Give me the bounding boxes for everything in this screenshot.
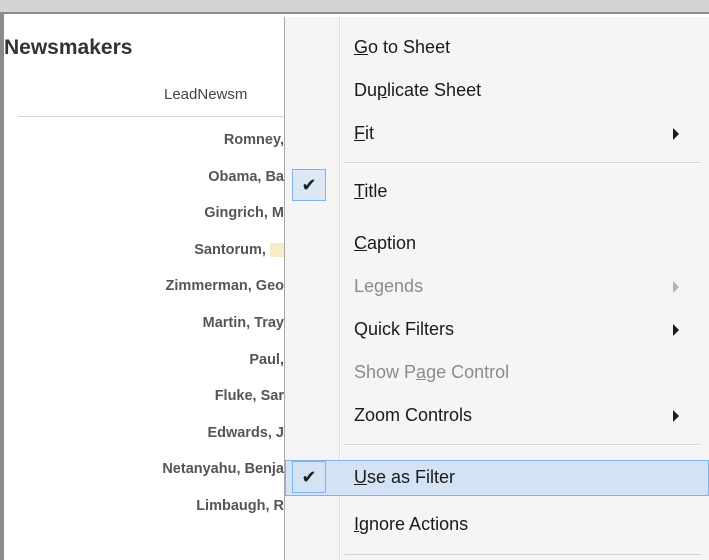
menu-item-label: Quick Filters [354, 319, 455, 339]
submenu-arrow-icon [673, 410, 679, 422]
menu-item-legends[interactable]: Legends [285, 269, 709, 305]
menu-item-label: Title [354, 181, 388, 201]
header-divider [18, 116, 298, 117]
submenu-arrow-icon [673, 128, 679, 140]
menu-item-label: Ignore Actions [354, 514, 469, 534]
column-header: LeadNewsm [164, 86, 248, 103]
list-item-label: Santorum, [194, 241, 266, 258]
checkmark-icon: ✔ [292, 461, 326, 493]
list-item-label: Paul, [249, 351, 284, 368]
list-item-label: Martin, Tray [202, 314, 284, 331]
mnemonic-letter: p [377, 80, 388, 100]
list-item-label: Fluke, Sar [214, 388, 284, 405]
list-item-label: Romney, [223, 132, 284, 148]
menu-item-use-as-filter[interactable]: ✔ Use as Filter [285, 460, 709, 496]
list-item[interactable]: Santorum, [18, 234, 290, 271]
menu-item-show-page-control[interactable]: Show Page Control [285, 355, 709, 391]
mnemonic-letter: F [354, 123, 365, 143]
checkmark-icon: ✔ [292, 169, 326, 201]
list-item[interactable]: Gingrich, M [18, 197, 290, 234]
list-item[interactable]: Limbaugh, R [18, 490, 290, 527]
menu-item-title[interactable]: ✔ Title [285, 168, 709, 204]
list-item-label: Netanyahu, Benja [162, 461, 284, 478]
menu-separator-highlight [345, 445, 701, 446]
sheet-title: Newsmakers [4, 36, 133, 59]
mnemonic-letter: a [416, 362, 427, 382]
name-list: Romney, Obama, Ba Gingrich, M Santorum, … [18, 124, 290, 527]
menu-item-zoom-controls[interactable]: Zoom Controls [285, 398, 709, 434]
menu-separator-highlight [345, 163, 701, 164]
menu-item-quick-filters[interactable]: Quick Filters [285, 312, 709, 348]
list-item[interactable]: Obama, Ba [18, 161, 290, 198]
mnemonic-letter: U [354, 467, 367, 487]
mnemonic-letter: C [354, 233, 367, 253]
submenu-arrow-icon [673, 324, 679, 336]
list-item-label: Edwards, J [207, 424, 284, 441]
list-item[interactable]: Zimmerman, Geo [18, 270, 290, 307]
menu-separator [345, 554, 701, 555]
list-item-label: Zimmerman, Geo [165, 278, 284, 295]
list-item[interactable]: Romney, [18, 124, 290, 161]
list-item-label: Limbaugh, R [196, 497, 284, 514]
list-item[interactable]: Edwards, J [18, 417, 290, 454]
menu-item-label: Caption [354, 233, 417, 253]
menu-item-fit[interactable]: Fit [285, 116, 709, 152]
list-item[interactable]: Netanyahu, Benja [18, 453, 290, 490]
list-item[interactable]: Fluke, Sar [18, 380, 290, 417]
list-item-label: Gingrich, M [204, 205, 284, 222]
menu-item-caption[interactable]: Caption [285, 226, 709, 262]
menu-item-label: Legends [354, 276, 424, 296]
menu-item-label: Zoom Controls [354, 405, 473, 425]
list-item[interactable]: Martin, Tray [18, 307, 290, 344]
menu-item-ignore-actions[interactable]: Ignore Actions [285, 507, 709, 543]
color-swatch [270, 242, 284, 257]
menu-item-label: Go to Sheet [354, 37, 451, 57]
menu-item-go-to-sheet[interactable]: Go to Sheet [285, 30, 709, 66]
list-item[interactable]: Paul, [18, 344, 290, 381]
menu-item-duplicate-sheet[interactable]: Duplicate Sheet [285, 73, 709, 109]
window-top-border [0, 0, 709, 14]
context-menu: Go to Sheet Duplicate Sheet Fit ✔ Title … [284, 17, 709, 560]
menu-item-label: Duplicate Sheet [354, 80, 482, 100]
menu-item-label: Use as Filter [354, 467, 456, 487]
list-item-label: Obama, Ba [208, 168, 284, 185]
submenu-arrow-icon [673, 281, 679, 293]
menu-item-label: Fit [354, 123, 374, 143]
mnemonic-letter: T [354, 181, 365, 201]
mnemonic-letter: I [354, 514, 360, 534]
mnemonic-letter: G [354, 37, 369, 57]
menu-item-label: Show Page Control [354, 362, 510, 382]
